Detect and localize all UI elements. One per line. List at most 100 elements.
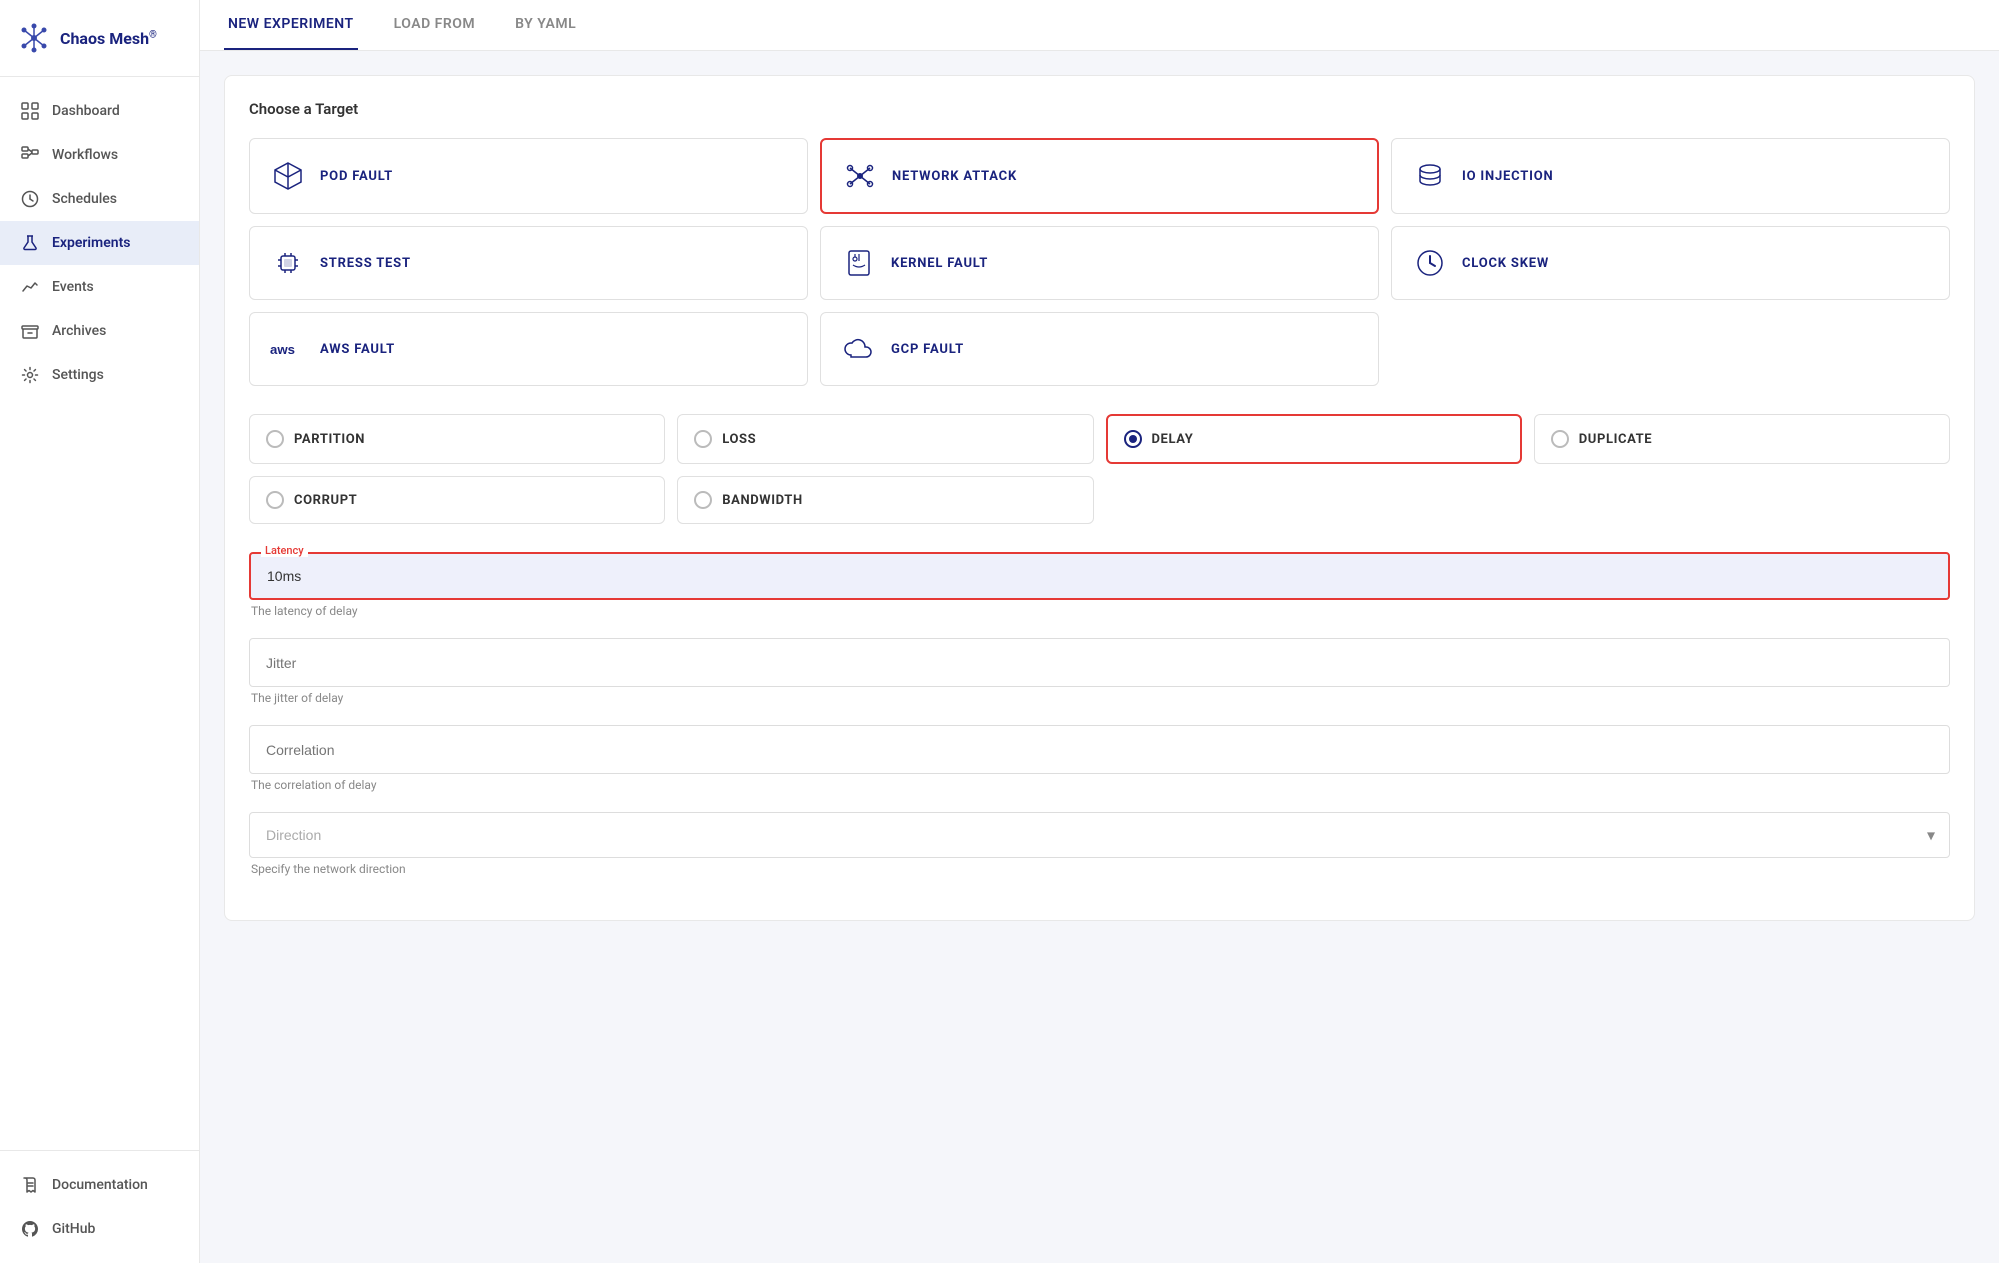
workflows-icon <box>20 145 40 165</box>
tab-new-experiment[interactable]: NEW EXPERIMENT <box>224 0 358 50</box>
grid-icon <box>20 101 40 121</box>
radio-delay <box>1124 430 1142 448</box>
sidebar-item-github[interactable]: GitHub <box>0 1207 199 1251</box>
sidebar-item-label: Dashboard <box>52 103 120 119</box>
correlation-input[interactable] <box>266 742 1933 758</box>
radio-bandwidth <box>694 491 712 509</box>
database-icon <box>1412 158 1448 194</box>
option-partition-label: PARTITION <box>294 432 365 447</box>
target-pod-fault[interactable]: POD FAULT <box>249 138 808 214</box>
sidebar-item-events[interactable]: Events <box>0 265 199 309</box>
direction-field-group: Direction to from both ▾ Specify the net… <box>249 812 1950 876</box>
option-bandwidth[interactable]: BANDWIDTH <box>677 476 1093 524</box>
direction-select-wrapper: Direction to from both ▾ <box>249 812 1950 858</box>
target-aws-fault-label: AWS FAULT <box>320 342 395 357</box>
sidebar-item-label: Events <box>52 279 94 295</box>
sub-options: PARTITION LOSS DELAY DUPLICATE <box>249 414 1950 524</box>
main-content: NEW EXPERIMENT LOAD FROM BY YAML Choose … <box>200 0 1999 1263</box>
direction-select[interactable]: Direction to from both <box>250 813 1949 857</box>
archive-icon <box>20 321 40 341</box>
latency-input[interactable] <box>251 554 1948 598</box>
target-kernel-fault[interactable]: KERNEL FAULT <box>820 226 1379 300</box>
sidebar-item-documentation[interactable]: Documentation <box>0 1163 199 1207</box>
sidebar-item-label: Schedules <box>52 191 117 207</box>
option-delay[interactable]: DELAY <box>1106 414 1522 464</box>
target-network-attack-label: NETWORK ATTACK <box>892 169 1017 184</box>
jitter-field-wrapper <box>249 638 1950 687</box>
tab-by-yaml[interactable]: BY YAML <box>511 0 580 50</box>
latency-hint: The latency of delay <box>249 604 1950 618</box>
tab-load-from[interactable]: LOAD FROM <box>390 0 480 50</box>
option-duplicate[interactable]: DUPLICATE <box>1534 414 1950 464</box>
radio-delay-inner <box>1129 435 1137 443</box>
option-bandwidth-label: BANDWIDTH <box>722 493 803 508</box>
logo-text: Chaos Mesh® <box>60 29 157 48</box>
option-corrupt[interactable]: CORRUPT <box>249 476 665 524</box>
radio-loss <box>694 430 712 448</box>
direction-hint: Specify the network direction <box>249 862 1950 876</box>
gear-icon <box>20 365 40 385</box>
cube-icon <box>270 158 306 194</box>
sidebar: Chaos Mesh® Dashboard <box>0 0 200 1263</box>
target-gcp-fault[interactable]: GCP FAULT <box>820 312 1379 386</box>
network-icon <box>842 158 878 194</box>
sidebar-item-dashboard[interactable]: Dashboard <box>0 89 199 133</box>
target-gcp-fault-label: GCP FAULT <box>891 342 964 357</box>
option-delay-label: DELAY <box>1152 432 1194 447</box>
sidebar-item-archives[interactable]: Archives <box>0 309 199 353</box>
sidebar-item-label: GitHub <box>52 1221 95 1237</box>
cloud-icon <box>841 331 877 367</box>
option-loss-label: LOSS <box>722 432 756 447</box>
sidebar-item-schedules[interactable]: Schedules <box>0 177 199 221</box>
target-stress-test[interactable]: STRESS TEST <box>249 226 808 300</box>
content-area: Choose a Target POD FAULT <box>200 51 1999 1263</box>
option-loss[interactable]: LOSS <box>677 414 1093 464</box>
book-icon <box>20 1175 40 1195</box>
correlation-hint: The correlation of delay <box>249 778 1950 792</box>
latency-label: Latency <box>261 544 308 557</box>
radio-corrupt <box>266 491 284 509</box>
sidebar-item-label: Workflows <box>52 147 118 163</box>
sidebar-item-workflows[interactable]: Workflows <box>0 133 199 177</box>
svg-text:aws: aws <box>270 342 295 357</box>
experiment-card: Choose a Target POD FAULT <box>224 75 1975 921</box>
sidebar-item-experiments[interactable]: Experiments <box>0 221 199 265</box>
option-duplicate-label: DUPLICATE <box>1579 432 1652 447</box>
target-aws-fault[interactable]: aws AWS FAULT <box>249 312 808 386</box>
sidebar-item-label: Documentation <box>52 1177 148 1193</box>
target-clock-skew[interactable]: CLOCK SKEW <box>1391 226 1950 300</box>
sidebar-item-label: Archives <box>52 323 106 339</box>
clock-icon <box>20 189 40 209</box>
github-icon <box>20 1219 40 1239</box>
chip-icon <box>270 245 306 281</box>
logo-icon <box>16 20 52 56</box>
sidebar-item-label: Settings <box>52 367 104 383</box>
logo: Chaos Mesh® <box>0 0 199 77</box>
target-stress-test-label: STRESS TEST <box>320 256 411 271</box>
flask-icon <box>20 233 40 253</box>
top-tabs: NEW EXPERIMENT LOAD FROM BY YAML <box>200 0 1999 51</box>
target-network-attack[interactable]: NETWORK ATTACK <box>820 138 1379 214</box>
correlation-field-wrapper <box>249 725 1950 774</box>
option-corrupt-label: CORRUPT <box>294 493 357 508</box>
jitter-hint: The jitter of delay <box>249 691 1950 705</box>
target-grid: POD FAULT <box>249 138 1950 386</box>
target-kernel-fault-label: KERNEL FAULT <box>891 256 988 271</box>
target-clock-skew-label: CLOCK SKEW <box>1462 256 1549 271</box>
target-pod-fault-label: POD FAULT <box>320 169 393 184</box>
sidebar-item-label: Experiments <box>52 235 130 251</box>
latency-field-wrapper: Latency <box>249 552 1950 600</box>
radio-partition <box>266 430 284 448</box>
target-io-injection-label: IO INJECTION <box>1462 169 1553 184</box>
option-partition[interactable]: PARTITION <box>249 414 665 464</box>
latency-field-group: Latency The latency of delay <box>249 552 1950 618</box>
radio-duplicate <box>1551 430 1569 448</box>
sidebar-bottom: Documentation GitHub <box>0 1150 199 1263</box>
jitter-field-group: The jitter of delay <box>249 638 1950 705</box>
jitter-input[interactable] <box>266 655 1933 671</box>
correlation-field-group: The correlation of delay <box>249 725 1950 792</box>
aws-icon: aws <box>270 331 306 367</box>
target-io-injection[interactable]: IO INJECTION <box>1391 138 1950 214</box>
sidebar-item-settings[interactable]: Settings <box>0 353 199 397</box>
sidebar-nav: Dashboard Workflows <box>0 77 199 1150</box>
